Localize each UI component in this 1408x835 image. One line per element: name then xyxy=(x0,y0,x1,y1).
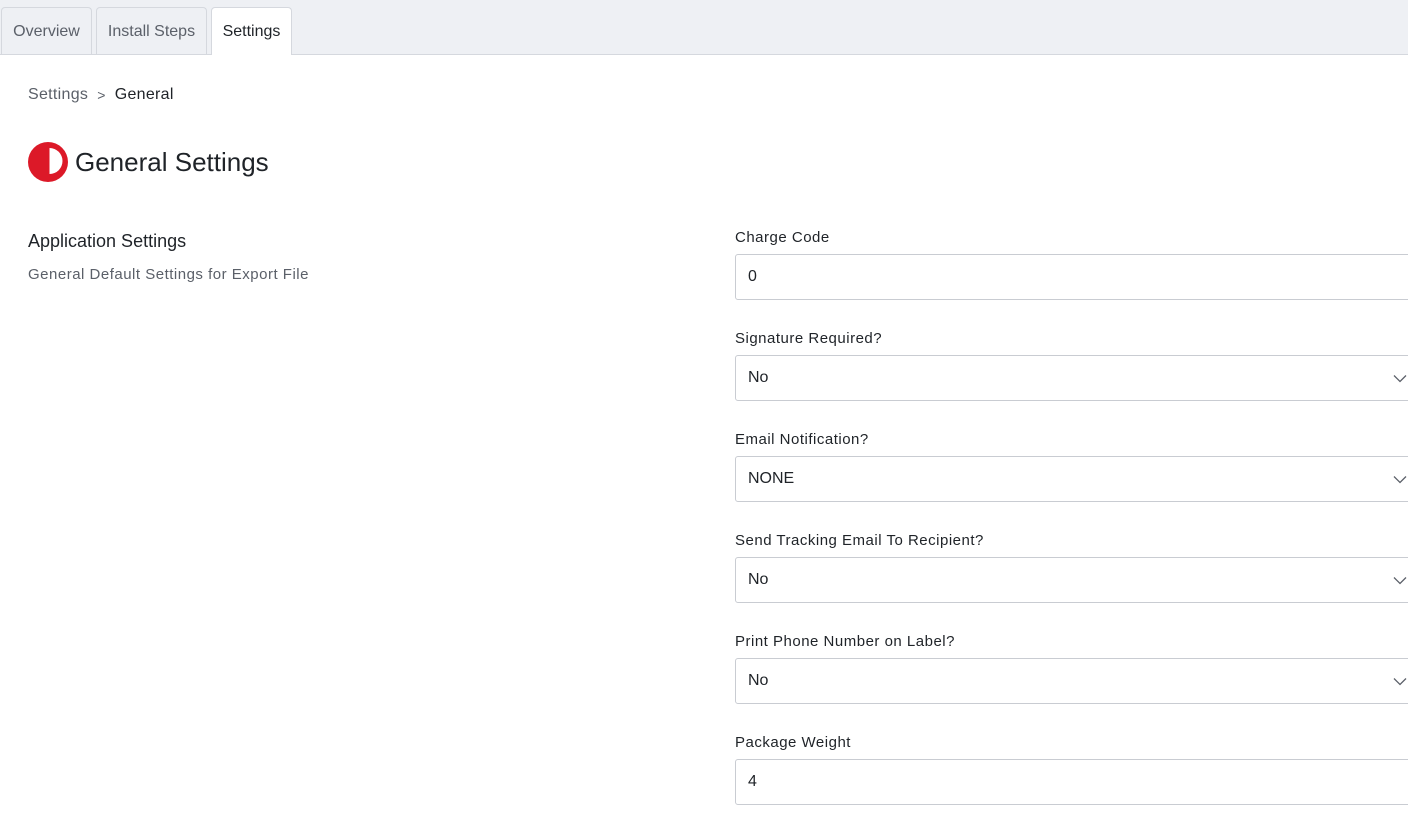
page-header: General Settings xyxy=(28,142,269,182)
signature-required-select[interactable]: No xyxy=(735,355,1408,401)
print-phone-select[interactable]: No xyxy=(735,658,1408,704)
breadcrumb: Settings > General xyxy=(28,86,174,104)
tab-overview[interactable]: Overview xyxy=(1,7,92,54)
tracking-email-value: No xyxy=(748,571,769,588)
charge-code-field: Charge Code 0 xyxy=(735,229,1408,330)
signature-required-field: Signature Required? No xyxy=(735,330,1408,431)
tracking-email-select[interactable]: No xyxy=(735,557,1408,603)
tab-install-steps[interactable]: Install Steps xyxy=(96,7,207,54)
signature-required-value: No xyxy=(748,369,769,386)
print-phone-value: No xyxy=(748,672,769,689)
email-notification-label: Email Notification? xyxy=(735,431,869,448)
tracking-email-label: Send Tracking Email To Recipient? xyxy=(735,532,984,549)
chevron-down-icon xyxy=(1393,577,1407,585)
australia-post-logo-icon xyxy=(28,142,68,182)
package-weight-label: Package Weight xyxy=(735,734,851,751)
section-title: Application Settings xyxy=(28,231,187,251)
package-weight-input[interactable]: 4 xyxy=(735,759,1408,805)
print-phone-label: Print Phone Number on Label? xyxy=(735,633,955,650)
chevron-down-icon xyxy=(1393,678,1407,686)
tracking-email-field: Send Tracking Email To Recipient? No xyxy=(735,532,1408,633)
page-title: General Settings xyxy=(75,146,269,177)
settings-form: Charge Code 0 Signature Required? No Ema… xyxy=(735,229,1408,835)
chevron-down-icon xyxy=(1393,476,1407,484)
signature-required-label: Signature Required? xyxy=(735,330,883,347)
tab-bar: Overview Install Steps Settings xyxy=(0,0,1408,55)
section-description: General Default Settings for Export File xyxy=(28,266,309,283)
charge-code-input[interactable]: 0 xyxy=(735,254,1408,300)
tab-settings[interactable]: Settings xyxy=(211,7,292,55)
charge-code-label: Charge Code xyxy=(735,229,830,246)
breadcrumb-settings-link[interactable]: Settings xyxy=(28,86,88,104)
chevron-down-icon xyxy=(1393,375,1407,383)
breadcrumb-current: General xyxy=(114,86,174,103)
email-notification-field: Email Notification? NONE xyxy=(735,431,1408,532)
breadcrumb-separator: > xyxy=(97,87,106,103)
print-phone-field: Print Phone Number on Label? No xyxy=(735,633,1408,734)
email-notification-value: NONE xyxy=(748,470,795,487)
email-notification-select[interactable]: NONE xyxy=(735,456,1408,502)
